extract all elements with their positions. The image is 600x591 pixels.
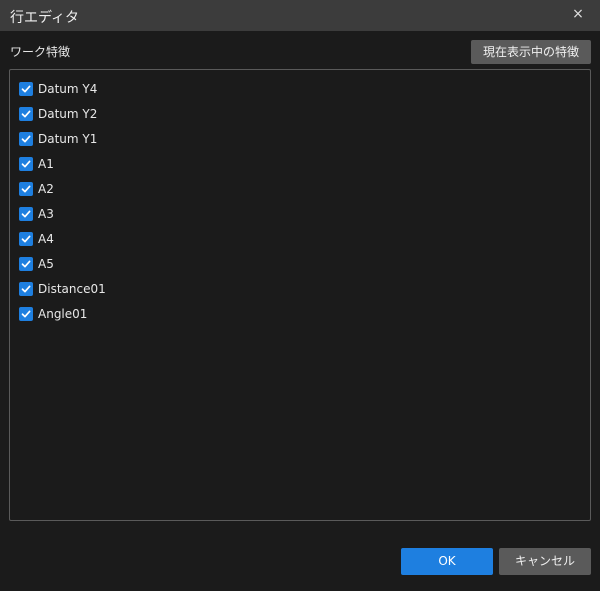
dialog-title: 行エディタ [10, 10, 80, 26]
checkbox-checked-icon[interactable] [19, 106, 33, 121]
checkbox-checked-icon[interactable] [19, 131, 33, 146]
current-features-button[interactable]: 現在表示中の特徴 [471, 40, 591, 64]
feature-item-label: Angle01 [38, 306, 88, 321]
feature-item-a1[interactable]: A1 [19, 151, 106, 176]
checkbox-checked-icon[interactable] [19, 156, 33, 171]
feature-item-label: Datum Y2 [38, 106, 98, 121]
feature-item-angle01[interactable]: Angle01 [19, 301, 106, 326]
row-editor-dialog: 行エディタ × ワーク特徴 現在表示中の特徴 Datum Y4 Datum Y2… [0, 0, 600, 591]
feature-item-label: Datum Y4 [38, 81, 98, 96]
feature-item-a2[interactable]: A2 [19, 176, 106, 201]
feature-item-a3[interactable]: A3 [19, 201, 106, 226]
checkbox-checked-icon[interactable] [19, 231, 33, 246]
feature-list: Datum Y4 Datum Y2 Datum Y1 A1 A2 A3 A4 A… [19, 76, 106, 326]
ok-button[interactable]: OK [401, 548, 493, 575]
checkbox-checked-icon[interactable] [19, 81, 33, 96]
feature-item-label: A3 [38, 206, 54, 221]
title-bar[interactable]: 行エディタ × [0, 0, 600, 31]
feature-item-label: Distance01 [38, 281, 106, 296]
feature-item-label: Datum Y1 [38, 131, 98, 146]
cancel-button[interactable]: キャンセル [499, 548, 591, 575]
feature-item-label: A1 [38, 156, 54, 171]
checkbox-checked-icon[interactable] [19, 206, 33, 221]
checkbox-checked-icon[interactable] [19, 256, 33, 271]
feature-item-distance01[interactable]: Distance01 [19, 276, 106, 301]
feature-item-a4[interactable]: A4 [19, 226, 106, 251]
checkbox-checked-icon[interactable] [19, 281, 33, 296]
feature-list-box[interactable]: Datum Y4 Datum Y2 Datum Y1 A1 A2 A3 A4 A… [9, 69, 591, 521]
feature-item-datum-y1[interactable]: Datum Y1 [19, 126, 106, 151]
feature-item-label: A5 [38, 256, 54, 271]
close-icon[interactable]: × [570, 6, 586, 22]
work-features-label: ワーク特徴 [10, 45, 71, 59]
feature-item-datum-y2[interactable]: Datum Y2 [19, 101, 106, 126]
checkbox-checked-icon[interactable] [19, 306, 33, 321]
feature-item-label: A4 [38, 231, 54, 246]
feature-item-datum-y4[interactable]: Datum Y4 [19, 76, 106, 101]
feature-item-label: A2 [38, 181, 54, 196]
checkbox-checked-icon[interactable] [19, 181, 33, 196]
feature-item-a5[interactable]: A5 [19, 251, 106, 276]
